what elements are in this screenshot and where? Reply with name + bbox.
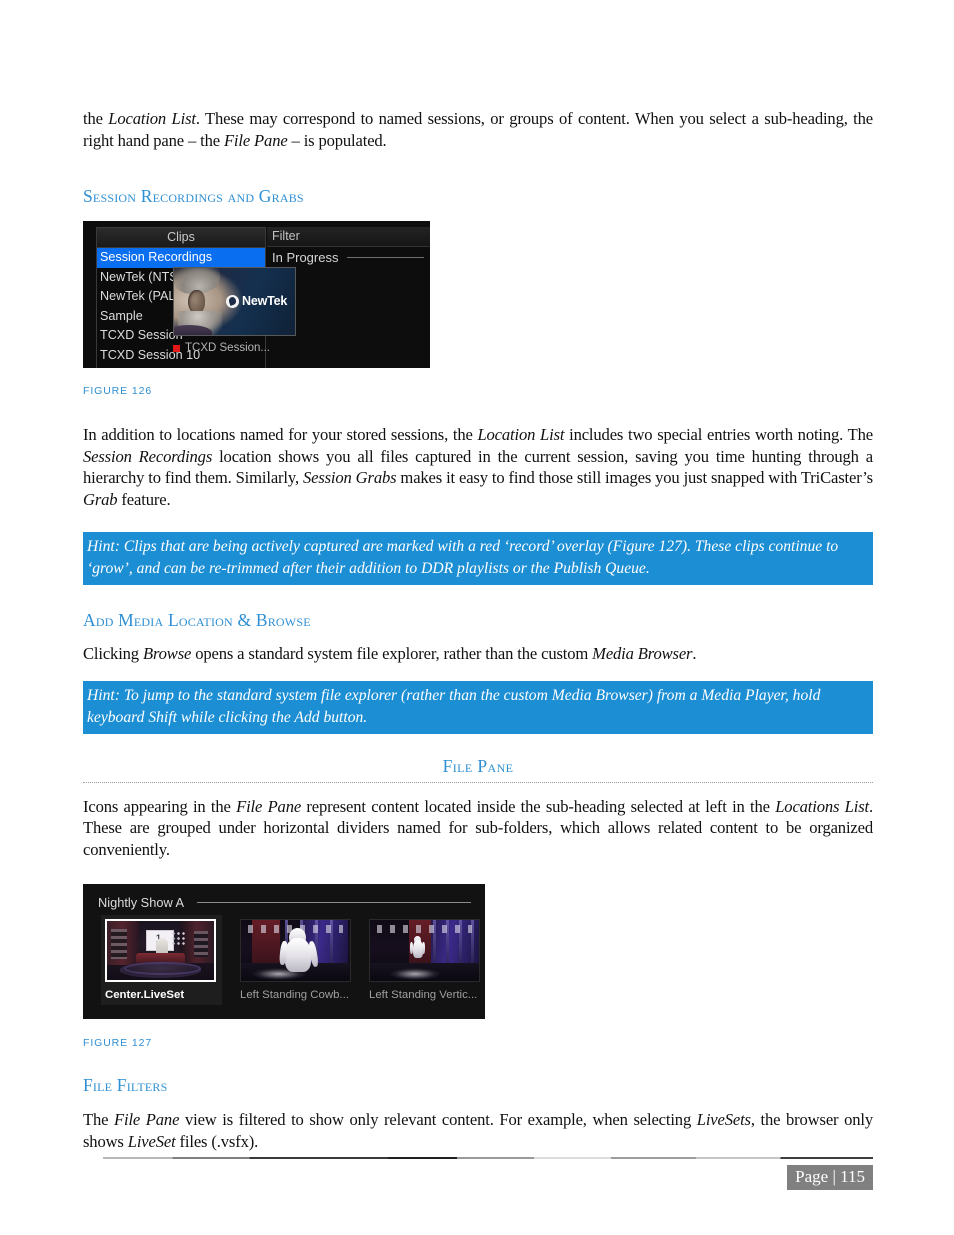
caption-figure-126: FIGURE 126 bbox=[83, 385, 153, 397]
liveset-artwork bbox=[107, 921, 214, 980]
record-overlay-icon bbox=[173, 344, 180, 352]
thumbnail-left-standing-cowboy bbox=[240, 919, 351, 982]
text-run-italic: Session Recordings bbox=[83, 446, 213, 466]
group-divider-label: Nightly Show A bbox=[98, 895, 185, 910]
hint-box-shift-add: Hint: To jump to the standard system fil… bbox=[83, 680, 873, 734]
heading-file-pane: File Pane bbox=[442, 755, 514, 776]
text-run-italic: LiveSet bbox=[127, 1131, 176, 1151]
location-list-header: Clips bbox=[97, 228, 265, 248]
paragraph-browse: Clicking Browse opens a standard system … bbox=[83, 643, 873, 665]
shoulder-shape bbox=[174, 325, 212, 335]
video-wall-grid bbox=[171, 931, 188, 948]
text-run: opens a standard system file explorer, r… bbox=[191, 644, 593, 663]
text-run: view is filtered to show only relevant c… bbox=[179, 1110, 697, 1129]
mannequin-body bbox=[412, 940, 423, 959]
text-run: makes it easy to find those still images… bbox=[396, 468, 873, 487]
text-run: Icons appearing in the bbox=[83, 796, 237, 816]
liveset-artwork bbox=[370, 920, 479, 981]
text-run-italic: File Pane bbox=[114, 1110, 180, 1129]
group-divider-nightly-show-a: Nightly Show A bbox=[98, 895, 471, 910]
figure-127-file-pane: Nightly Show A 1 Center.LiveSet Left Sta… bbox=[83, 884, 485, 1019]
text-run-italic: Locations List bbox=[775, 796, 869, 816]
divider-line bbox=[347, 257, 424, 258]
footer-rule bbox=[103, 1157, 873, 1159]
liveset-artwork bbox=[241, 920, 350, 981]
footer-page-number: Page | 115 bbox=[787, 1165, 873, 1190]
thumbnail-artwork: NewTek bbox=[174, 268, 295, 335]
text-run-italic: Browse bbox=[142, 644, 192, 663]
text-run: feature. bbox=[117, 489, 171, 509]
text-run: – is populated. bbox=[287, 130, 387, 150]
thumbnail-left-standing-vertical bbox=[369, 919, 480, 982]
group-divider-label: In Progress bbox=[272, 250, 339, 265]
text-run: the bbox=[83, 109, 109, 128]
text-run: . bbox=[692, 644, 697, 663]
heading-add-media-location-browse: Add Media Location & Browse bbox=[83, 610, 311, 630]
location-item-session-recordings[interactable]: Session Recordings bbox=[97, 248, 265, 268]
newtek-wordmark: NewTek bbox=[242, 294, 288, 308]
file-icon-row: Center.LiveSet bbox=[101, 915, 480, 1005]
section-rule bbox=[83, 781, 873, 783]
heading-file-filters: File Filters bbox=[83, 1075, 168, 1095]
document-page: the Location List. These may correspond … bbox=[0, 0, 954, 1235]
clip-file-label: TCXD Session... bbox=[185, 342, 270, 354]
text-run-italic: Location List bbox=[477, 425, 565, 444]
clip-file-entry[interactable]: TCXD Session... bbox=[173, 342, 270, 354]
file-label: Center.LiveSet bbox=[105, 989, 185, 1001]
text-run-italic: Grab bbox=[83, 489, 118, 509]
text-run-italic: Location List bbox=[108, 109, 196, 128]
file-icon-center-liveset[interactable]: Center.LiveSet bbox=[101, 915, 222, 1005]
figure-126-clips-panel: Clips Session Recordings NewTek (NTSC) N… bbox=[83, 221, 430, 368]
text-run: The bbox=[83, 1110, 115, 1129]
text-run: In addition to locations named for your … bbox=[83, 425, 478, 444]
mannequin-body bbox=[284, 937, 311, 972]
file-icon-left-standing-vertical[interactable]: Left Standing Vertic... bbox=[369, 919, 480, 1005]
paragraph-file-pane: Icons appearing in the File Pane represe… bbox=[83, 796, 873, 861]
text-run: Clicking bbox=[83, 644, 143, 663]
text-run: includes two special entries worth notin… bbox=[564, 425, 874, 444]
page-content: the Location List. These may correspond … bbox=[83, 108, 873, 1152]
heading-session-recordings-and-grabs: Session Recordings and Grabs bbox=[83, 186, 304, 206]
paragraph-file-filters: The File Pane view is filtered to show o… bbox=[83, 1109, 873, 1152]
text-run: . These may correspond to named sessions… bbox=[83, 109, 873, 150]
newtek-logo: NewTek bbox=[226, 294, 287, 308]
text-run-italic: File Pane bbox=[223, 130, 288, 150]
clip-thumbnail[interactable]: NewTek bbox=[173, 267, 296, 336]
hint-box-record-overlay: Hint: Clips that are being actively capt… bbox=[83, 532, 873, 585]
divider-line bbox=[197, 902, 471, 903]
text-run: represent content located inside the sub… bbox=[301, 796, 776, 816]
filter-header[interactable]: Filter bbox=[267, 227, 430, 247]
paragraph-special-entries: In addition to locations named for your … bbox=[83, 424, 873, 510]
caption-figure-127: FIGURE 127 bbox=[83, 1037, 153, 1049]
shelf-left bbox=[111, 929, 127, 959]
file-label: Left Standing Vertic... bbox=[369, 989, 478, 1001]
file-icon-left-standing-cowboy[interactable]: Left Standing Cowb... bbox=[240, 919, 351, 1005]
text-run-italic: Media Browser bbox=[592, 644, 693, 663]
text-run-italic: File Pane bbox=[236, 796, 302, 816]
shelf-right bbox=[194, 931, 208, 957]
light-pool bbox=[389, 967, 440, 980]
paragraph-intro: the Location List. These may correspond … bbox=[83, 108, 873, 151]
ceiling-lights bbox=[376, 924, 473, 933]
newtek-ball-icon bbox=[226, 294, 239, 308]
text-run-italic: Session Grabs bbox=[302, 468, 397, 487]
thumbnail-center-liveset bbox=[105, 919, 216, 982]
text-run: files (.vsfx). bbox=[175, 1131, 259, 1151]
text-run-italic: LiveSets bbox=[696, 1110, 751, 1129]
group-divider-in-progress: In Progress bbox=[267, 247, 430, 265]
file-label: Left Standing Cowb... bbox=[240, 989, 349, 1001]
